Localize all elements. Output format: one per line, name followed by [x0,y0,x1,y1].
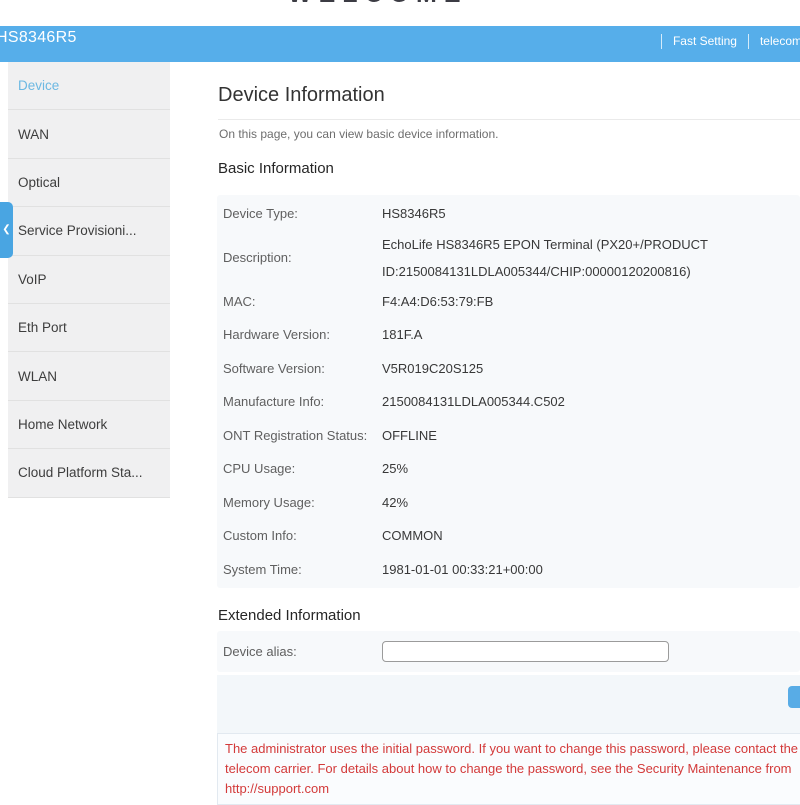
row-value: 42% [382,489,408,516]
page-subtitle: On this page, you can view basic device … [219,127,498,141]
sidebar-collapse-handle[interactable]: ❮ [0,202,13,258]
row-label: ONT Registration Status: [223,428,382,443]
row-label: Description: [223,250,382,265]
table-row: MAC: F4:A4:D6:53:79:FB [217,285,800,319]
row-value: 181F.A [382,321,422,348]
row-value: HS8346R5 [382,200,446,227]
sidebar-item[interactable]: Optical [8,159,170,207]
row-label: Memory Usage: [223,495,382,510]
sidebar-item[interactable]: Home Network [8,401,170,449]
row-value: 1981-01-01 00:33:21+00:00 [382,556,543,583]
table-row: Manufacture Info: 2150084131LDLA005344.C… [217,385,800,419]
table-row: Custom Info: COMMON [217,519,800,553]
title-divider [218,119,800,120]
header-links: Fast Setting telecom [650,32,800,50]
table-row: Device Type: HS8346R5 [217,197,800,231]
sidebar-item[interactable]: Eth Port [8,304,170,352]
extended-information-row: Device alias: [217,631,800,672]
row-value: COMMON [382,522,443,549]
sidebar-item[interactable]: WLAN [8,352,170,400]
chevron-left-icon: ❮ [2,225,10,235]
basic-information-table: Device Type: HS8346R5 Description: EchoL… [217,195,800,588]
page-title: Device Information [218,84,385,107]
row-label: MAC: [223,294,382,309]
extended-information-heading: Extended Information [218,607,361,624]
table-row: CPU Usage: 25% [217,452,800,486]
device-alias-input[interactable] [382,641,669,662]
sidebar-item-label: Eth Port [18,320,67,335]
table-row: Hardware Version: 181F.A [217,318,800,352]
sidebar-item[interactable]: Service Provisioni... [8,207,170,255]
sidebar-item-label: WAN [18,127,49,142]
sidebar-item[interactable]: VoIP [8,256,170,304]
sidebar-item-label: Device [18,78,59,93]
row-value: 25% [382,455,408,482]
table-row: ONT Registration Status: OFFLINE [217,419,800,453]
sidebar-item-label: Cloud Platform Sta... [18,465,143,480]
device-model-label: HS8346R5 [0,29,77,47]
row-label: Manufacture Info: [223,394,382,409]
logged-in-user-link[interactable]: telecom [760,34,800,48]
main-content: Device Information On this page, you can… [170,62,800,800]
row-value: F4:A4:D6:53:79:FB [382,288,493,315]
sidebar-item-label: Optical [18,175,60,190]
password-warning: The administrator uses the initial passw… [217,733,800,805]
row-label: Software Version: [223,361,382,376]
sidebar-item[interactable]: Device [8,62,170,110]
table-row: Description: EchoLife HS8346R5 EPON Term… [217,231,800,285]
table-row: Software Version: V5R019C20S125 [217,352,800,386]
sidebar-item[interactable]: Cloud Platform Sta... [8,449,170,497]
row-value: OFFLINE [382,422,437,449]
sidebar-item-label: Service Provisioni... [18,223,137,238]
row-value: EchoLife HS8346R5 EPON Terminal (PX20+/P… [382,231,708,285]
header-bar: HS8346R5 Fast Setting telecom [0,26,800,62]
sidebar-menu: Device WAN Optical Service Provisioni...… [8,62,170,498]
fast-setting-link[interactable]: Fast Setting [673,34,737,48]
row-value: V5R019C20S125 [382,355,483,382]
header-separator [661,34,662,49]
sidebar-item-label: Home Network [18,417,107,432]
table-row: System Time: 1981-01-01 00:33:21+00:00 [217,553,800,587]
sidebar-item-label: VoIP [18,272,47,287]
device-alias-label: Device alias: [223,644,382,659]
warning-line: telecom carrier. For details about how t… [225,759,800,779]
header-separator [748,34,749,49]
row-label: Hardware Version: [223,327,382,342]
clipped-page-title: WELCOME [288,0,468,9]
row-label: Custom Info: [223,528,382,543]
warning-line: The administrator uses the initial passw… [225,739,800,759]
sidebar-item[interactable]: WAN [8,110,170,158]
row-label: System Time: [223,562,382,577]
apply-button[interactable]: Apply [788,686,800,708]
row-value: 2150084131LDLA005344.C502 [382,388,565,415]
row-label: Device Type: [223,206,382,221]
table-row: Memory Usage: 42% [217,486,800,520]
warning-line: http://support.com [225,779,800,799]
sidebar-item-label: WLAN [18,369,57,384]
basic-information-heading: Basic Information [218,160,334,177]
row-label: CPU Usage: [223,461,382,476]
